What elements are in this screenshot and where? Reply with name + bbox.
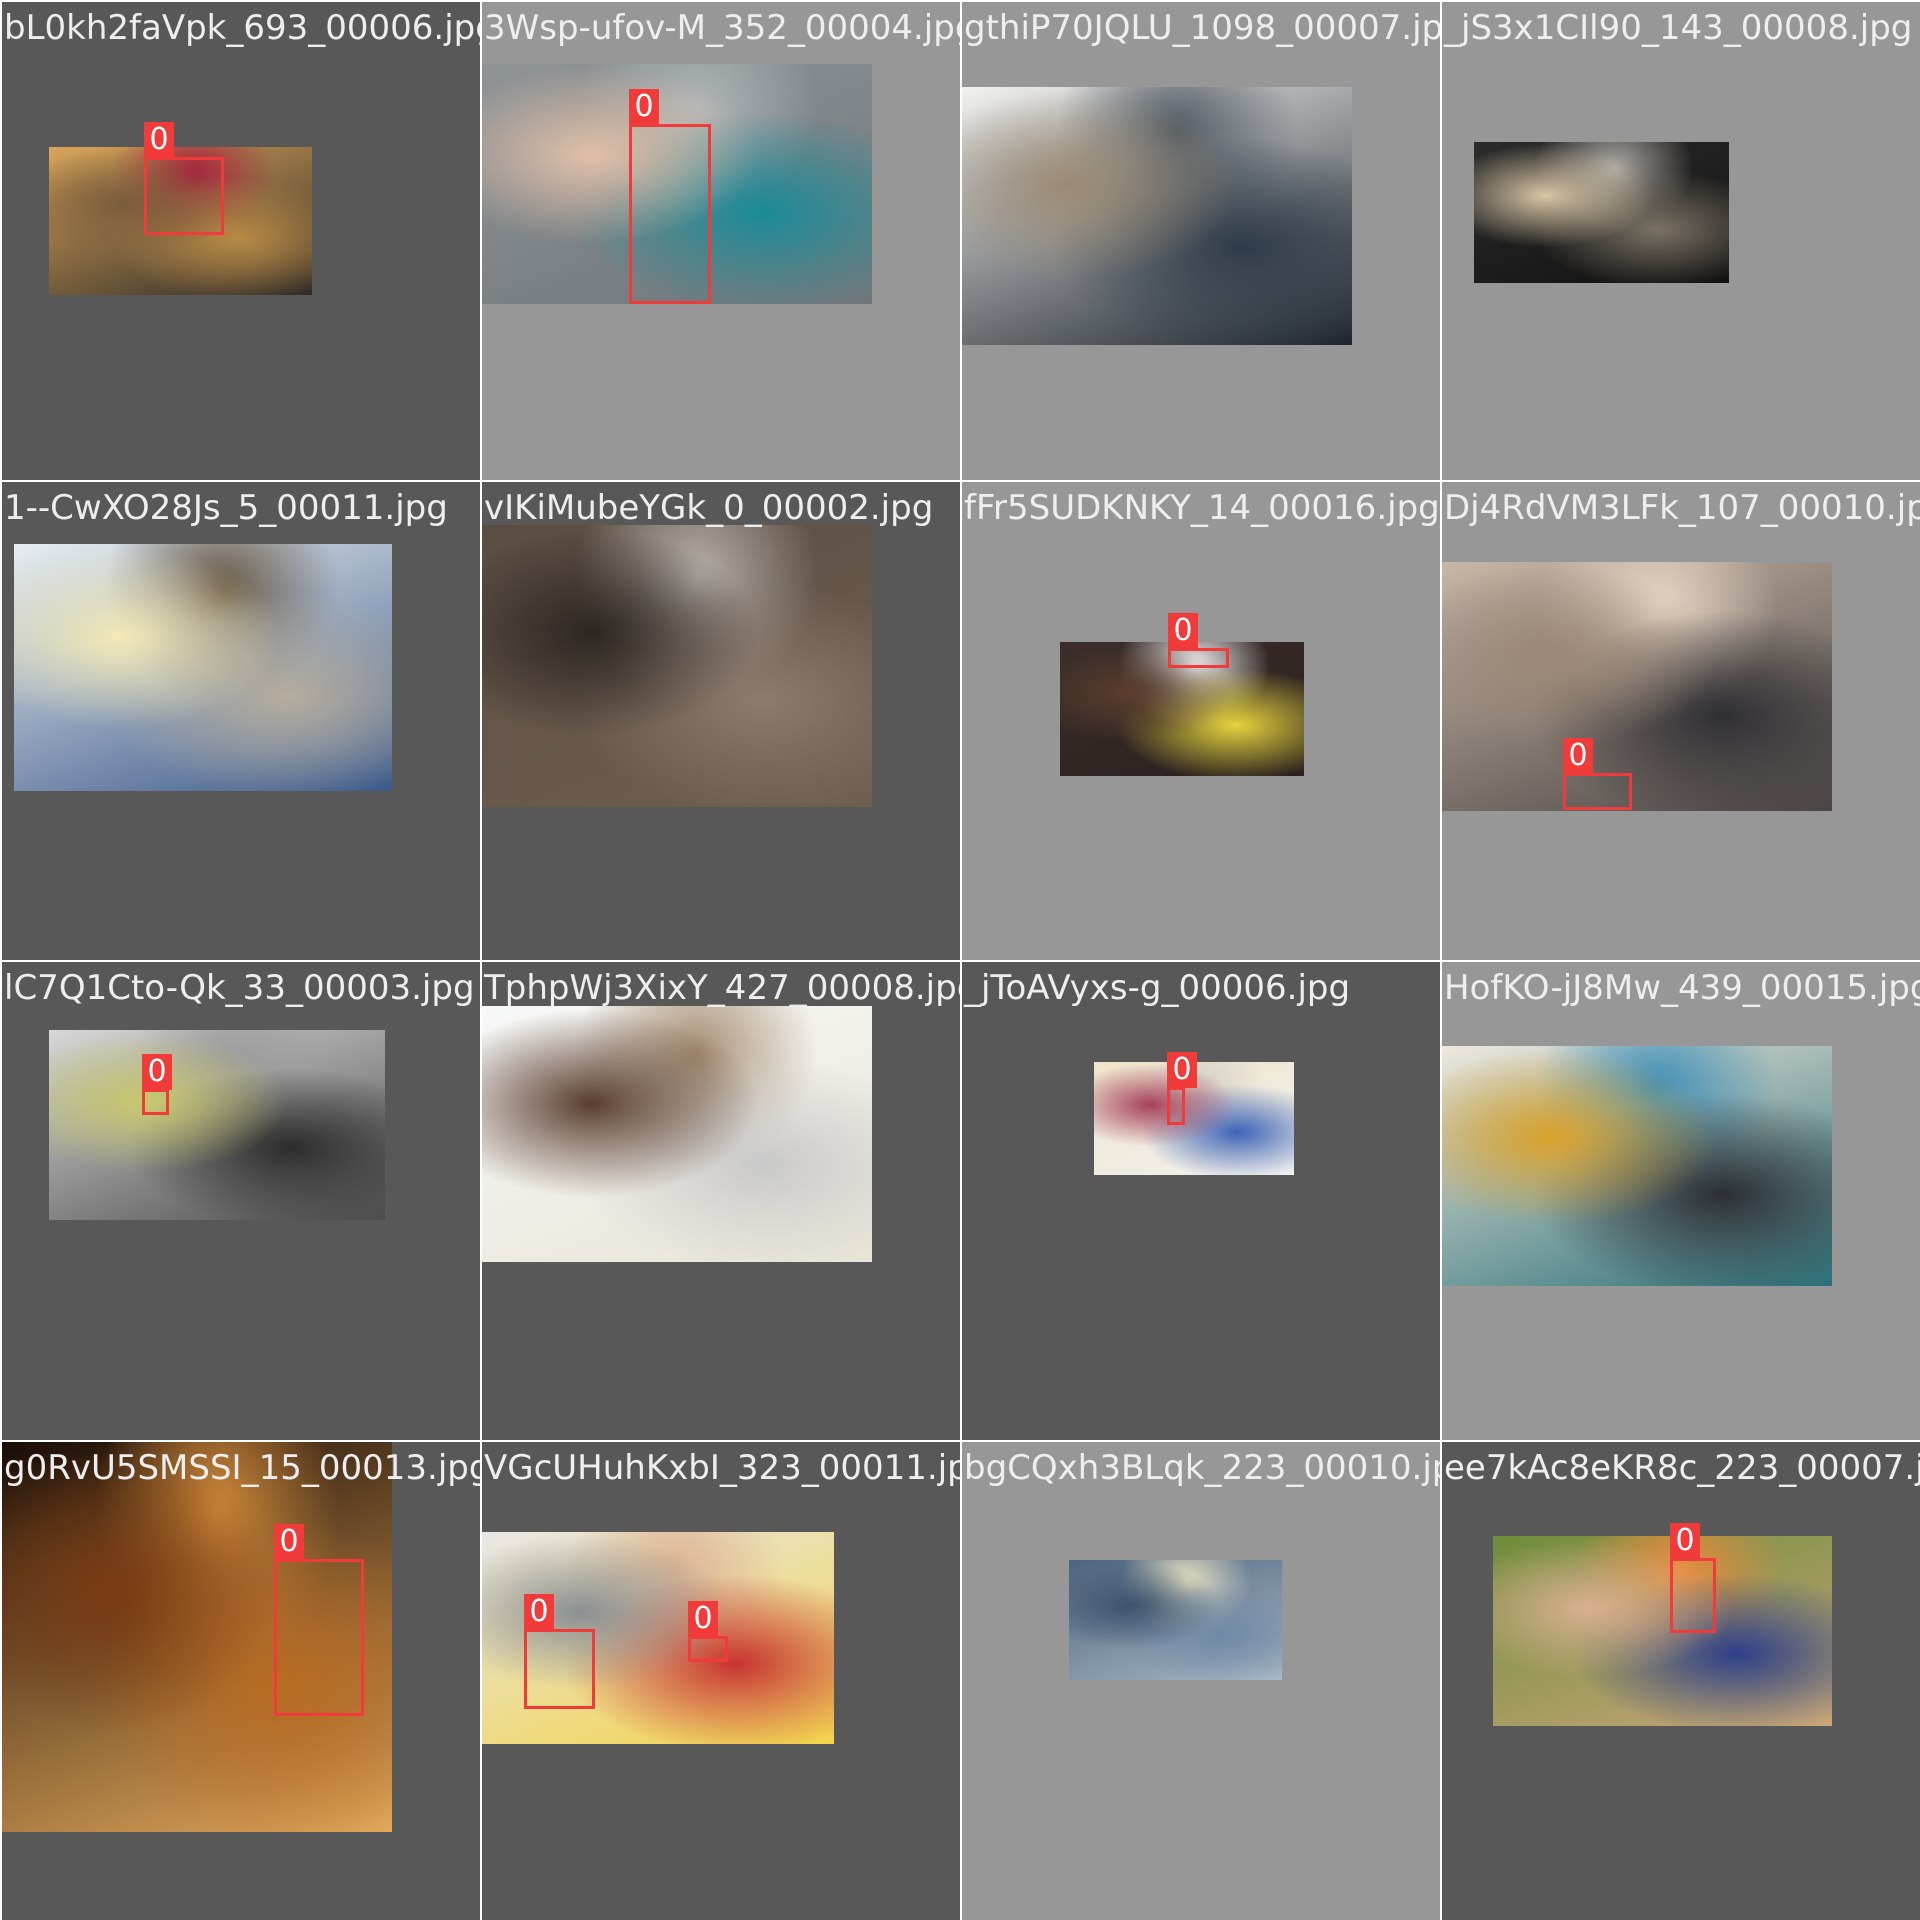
thumbnail-image bbox=[962, 87, 1352, 345]
filename-label: VGcUHuhKxbI_323_00011.jpg bbox=[484, 1448, 960, 1488]
thumbnail-image bbox=[1069, 1560, 1282, 1680]
class-label: 0 bbox=[144, 122, 174, 158]
class-label: 0 bbox=[688, 1601, 718, 1637]
bounding-box: 0 bbox=[1168, 613, 1229, 668]
tile-3: gthiP70JQLU_1098_00007.jpg bbox=[962, 2, 1440, 480]
thumbnail-image bbox=[482, 1006, 872, 1262]
tile-13: g0RvU5SMSSI_15_00013.jpg 0 bbox=[2, 1442, 480, 1920]
tile-7: fFr5SUDKNKY_14_00016.jpg 0 bbox=[962, 482, 1440, 960]
tile-16: ee7kAc8eKR8c_223_00007.jpg 0 bbox=[1442, 1442, 1920, 1920]
tile-8: Dj4RdVM3LFk_107_00010.jpg 0 bbox=[1442, 482, 1920, 960]
bounding-box: 0 bbox=[1670, 1523, 1716, 1633]
filename-label: bgCQxh3BLqk_223_00010.jpg bbox=[964, 1448, 1440, 1488]
tile-1: bL0kh2faVpk_693_00006.jpg 0 bbox=[2, 2, 480, 480]
filename-label: _jToAVyxs-g_00006.jpg bbox=[964, 968, 1351, 1008]
tile-5: 1--CwXO28Js_5_00011.jpg bbox=[2, 482, 480, 960]
filename-label: 3Wsp-ufov-M_352_00004.jpg bbox=[484, 8, 960, 48]
filename-label: lC7Q1Cto-Qk_33_00003.jpg bbox=[4, 968, 475, 1008]
bounding-box: 0 bbox=[274, 1524, 364, 1716]
bounding-box: 0 bbox=[688, 1601, 728, 1662]
filename-label: TphpWj3XixY_427_00008.jpg bbox=[484, 968, 960, 1008]
bounding-box: 0 bbox=[524, 1594, 595, 1709]
class-label: 0 bbox=[524, 1594, 554, 1630]
bounding-box: 0 bbox=[1167, 1052, 1197, 1125]
bounding-box: 0 bbox=[629, 89, 711, 304]
tile-10: TphpWj3XixY_427_00008.jpg bbox=[482, 962, 960, 1440]
thumbnail-image bbox=[49, 1030, 385, 1220]
tile-4: _jS3x1CIl90_143_00008.jpg bbox=[1442, 2, 1920, 480]
tile-11: _jToAVyxs-g_00006.jpg 0 bbox=[962, 962, 1440, 1440]
class-label: 0 bbox=[1167, 1052, 1197, 1088]
tile-14: VGcUHuhKxbI_323_00011.jpg 0 0 bbox=[482, 1442, 960, 1920]
class-label: 0 bbox=[1563, 738, 1593, 774]
filename-label: 1--CwXO28Js_5_00011.jpg bbox=[4, 488, 448, 528]
filename-label: bL0kh2faVpk_693_00006.jpg bbox=[4, 8, 480, 48]
class-label: 0 bbox=[1670, 1523, 1700, 1559]
bounding-box: 0 bbox=[142, 1054, 172, 1115]
class-label: 0 bbox=[629, 89, 659, 125]
class-label: 0 bbox=[142, 1054, 172, 1090]
thumbnail-image bbox=[482, 525, 872, 807]
tile-9: lC7Q1Cto-Qk_33_00003.jpg 0 bbox=[2, 962, 480, 1440]
thumbnail-image bbox=[1474, 142, 1729, 283]
filename-label: _jS3x1CIl90_143_00008.jpg bbox=[1444, 8, 1913, 48]
filename-label: Dj4RdVM3LFk_107_00010.jpg bbox=[1444, 488, 1920, 528]
tile-15: bgCQxh3BLqk_223_00010.jpg bbox=[962, 1442, 1440, 1920]
filename-label: fFr5SUDKNKY_14_00016.jpg bbox=[964, 488, 1440, 528]
bounding-box: 0 bbox=[144, 122, 224, 235]
tile-12: HofKO-jJ8Mw_439_00015.jpg bbox=[1442, 962, 1920, 1440]
image-mosaic: bL0kh2faVpk_693_00006.jpg 0 3Wsp-ufov-M_… bbox=[0, 0, 1920, 1920]
filename-label: ee7kAc8eKR8c_223_00007.jpg bbox=[1444, 1448, 1920, 1488]
class-label: 0 bbox=[1168, 613, 1198, 649]
thumbnail-image bbox=[1442, 1046, 1832, 1286]
bounding-box: 0 bbox=[1563, 738, 1632, 810]
filename-label: vIKiMubeYGk_0_00002.jpg bbox=[484, 488, 934, 528]
filename-label: gthiP70JQLU_1098_00007.jpg bbox=[964, 8, 1440, 48]
filename-label: g0RvU5SMSSI_15_00013.jpg bbox=[4, 1448, 480, 1488]
thumbnail-image bbox=[1442, 562, 1832, 811]
tile-6: vIKiMubeYGk_0_00002.jpg bbox=[482, 482, 960, 960]
tile-2: 3Wsp-ufov-M_352_00004.jpg 0 bbox=[482, 2, 960, 480]
thumbnail-image bbox=[14, 544, 392, 791]
filename-label: HofKO-jJ8Mw_439_00015.jpg bbox=[1444, 968, 1920, 1008]
class-label: 0 bbox=[274, 1524, 304, 1560]
thumbnail-image bbox=[1493, 1536, 1832, 1726]
